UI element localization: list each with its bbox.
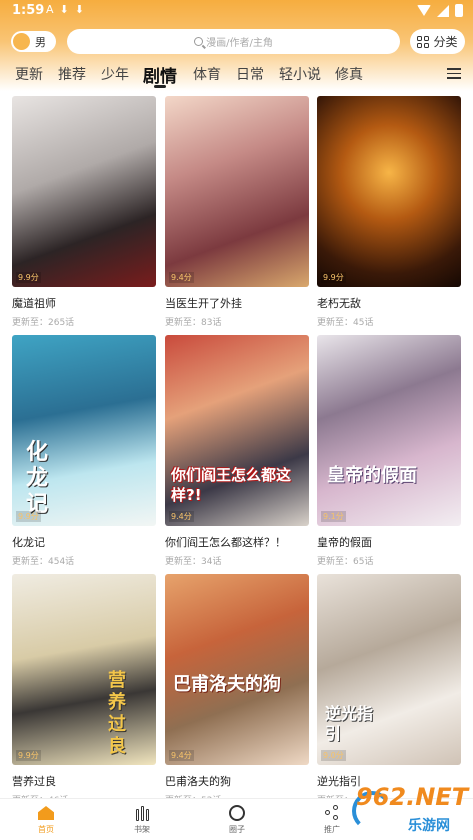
comic-cover: 皇帝的假面 9.1分 xyxy=(317,335,461,526)
score-badge: 9.1分 xyxy=(321,511,346,522)
nav-circle[interactable]: 圈子 xyxy=(217,804,257,835)
watermark-subtitle: 乐游网 xyxy=(408,818,450,834)
comic-update: 更新至：65话 xyxy=(317,557,374,567)
watermark-logo: 962.NET xyxy=(356,783,469,811)
comic-cover: 化龙记 9.9分 xyxy=(12,335,156,526)
comic-cover: 你们阎王怎么都这样?! 9.4分 xyxy=(165,335,309,526)
tab-cultivation[interactable]: 修真 xyxy=(335,64,363,84)
nav-label: 圈子 xyxy=(229,825,245,834)
tab-sports[interactable]: 体育 xyxy=(193,64,221,84)
comic-card[interactable]: 营养过良 9.9分 营养过良 更新至：46话 xyxy=(12,574,156,806)
score-badge: 9.9分 xyxy=(16,511,41,522)
score-badge: 9.9分 xyxy=(321,272,346,283)
tab-daily[interactable]: 日常 xyxy=(236,64,264,84)
comic-update: 更新至：265话 xyxy=(12,318,75,328)
cover-title-art: 巴甫洛夫的狗 xyxy=(173,674,281,695)
comic-cover: 9.9分 xyxy=(317,96,461,287)
comic-update: 更新至：45话 xyxy=(317,318,374,328)
cover-title-art: 营养过良 xyxy=(108,670,126,757)
status-time: 1:59 xyxy=(12,3,45,18)
tab-recommend[interactable]: 推荐 xyxy=(58,64,86,84)
comic-update: 更新至：83话 xyxy=(165,318,222,328)
nav-label: 推广 xyxy=(324,825,340,834)
comic-cover: 营养过良 9.9分 xyxy=(12,574,156,765)
notification-icons: A⬇⬇ xyxy=(46,3,90,16)
score-badge: 9.4分 xyxy=(169,750,194,761)
comic-card[interactable]: 你们阎王怎么都这样?! 9.4分 你们阎王怎么都这样？！ 更新至：34话 xyxy=(165,335,309,567)
circle-icon xyxy=(229,805,245,821)
gender-toggle[interactable]: 男 xyxy=(11,31,56,52)
share-icon xyxy=(325,805,339,820)
site-watermark: 962.NET 乐游网 xyxy=(352,783,473,840)
comic-title: 化龙记 xyxy=(12,536,45,549)
cover-title-art: 皇帝的假面 xyxy=(327,465,417,486)
status-bar: 1:59 A⬇⬇ xyxy=(0,0,473,22)
menu-icon[interactable] xyxy=(447,68,461,79)
search-input[interactable]: 漫画/作者/主角 xyxy=(67,29,400,54)
signal-icon xyxy=(437,4,449,17)
comic-cover: 巴甫洛夫的狗 9.4分 xyxy=(165,574,309,765)
comic-card[interactable]: 9.9分 老朽无敌 更新至：45话 xyxy=(317,96,461,328)
comic-card[interactable]: 9.4分 当医生开了外挂 更新至：83话 xyxy=(165,96,309,328)
category-button[interactable]: 分类 xyxy=(410,29,465,54)
score-badge: 9.0分 xyxy=(321,750,346,761)
comic-card[interactable]: 皇帝的假面 9.1分 皇帝的假面 更新至：65话 xyxy=(317,335,461,567)
score-badge: 9.4分 xyxy=(169,511,194,522)
nav-home[interactable]: 首页 xyxy=(26,804,66,835)
comic-cover: 逆光指引 9.0分 xyxy=(317,574,461,765)
comic-title: 当医生开了外挂 xyxy=(165,297,242,310)
tab-drama[interactable]: 剧情 xyxy=(143,62,177,87)
score-badge: 9.9分 xyxy=(16,272,41,283)
comic-cover: 9.4分 xyxy=(165,96,309,287)
comic-title: 营养过良 xyxy=(12,775,56,788)
home-icon xyxy=(38,806,54,820)
category-label: 分类 xyxy=(433,35,458,49)
cover-title-art: 你们阎王怎么都这样?! xyxy=(171,466,292,504)
comic-card[interactable]: 逆光指引 9.0分 逆光指引 更新至： xyxy=(317,574,461,806)
nav-bookshelf[interactable]: 书架 xyxy=(122,804,162,835)
status-indicators xyxy=(417,4,463,17)
score-badge: 9.9分 xyxy=(16,750,41,761)
gender-label: 男 xyxy=(35,35,46,49)
bookshelf-icon xyxy=(135,805,149,821)
top-header: 1:59 A⬇⬇ 男 漫画/作者/主角 分类 更新 推荐 少年 剧情 体育 日常… xyxy=(0,0,473,91)
comic-cover: 9.9分 xyxy=(12,96,156,287)
comic-card[interactable]: 化龙记 9.9分 化龙记 更新至：454话 xyxy=(12,335,156,567)
nav-share[interactable]: 推广 xyxy=(312,804,352,835)
category-tabs: 更新 推荐 少年 剧情 体育 日常 轻小说 修真 xyxy=(0,60,473,88)
tab-youth[interactable]: 少年 xyxy=(101,64,129,84)
comic-title: 巴甫洛夫的狗 xyxy=(165,775,231,788)
grid-icon xyxy=(417,35,430,48)
toggle-knob xyxy=(13,33,30,50)
comic-card[interactable]: 9.9分 魔道祖师 更新至：265话 xyxy=(12,96,156,328)
nav-label: 首页 xyxy=(38,825,54,834)
score-badge: 9.4分 xyxy=(169,272,194,283)
wifi-icon xyxy=(417,5,431,16)
battery-icon xyxy=(455,4,463,17)
comic-title: 皇帝的假面 xyxy=(317,536,372,549)
comic-card[interactable]: 巴甫洛夫的狗 9.4分 巴甫洛夫的狗 更新至：52话 xyxy=(165,574,309,806)
tab-update[interactable]: 更新 xyxy=(15,64,43,84)
comic-title: 你们阎王怎么都这样？！ xyxy=(165,536,286,549)
comic-update: 更新至：34话 xyxy=(165,557,222,567)
cover-title-art: 化龙记 xyxy=(26,440,49,517)
search-placeholder: 漫画/作者/主角 xyxy=(206,38,273,49)
search-icon xyxy=(194,37,204,46)
comic-title: 魔道祖师 xyxy=(12,297,56,310)
cover-title-art: 逆光指引 xyxy=(325,704,374,743)
tab-light-novel[interactable]: 轻小说 xyxy=(279,64,321,84)
comic-title: 老朽无敌 xyxy=(317,297,361,310)
nav-label: 书架 xyxy=(134,825,150,834)
active-tab-indicator xyxy=(154,85,166,88)
comic-update: 更新至：454话 xyxy=(12,557,75,567)
